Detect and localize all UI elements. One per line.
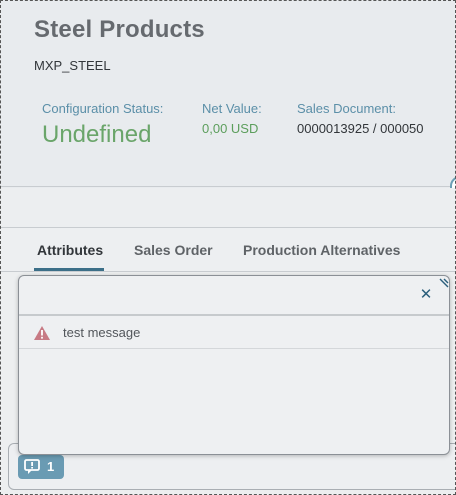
message-list-item[interactable]: test message xyxy=(19,317,449,349)
close-icon[interactable]: ✕ xyxy=(419,287,433,302)
message-icon xyxy=(24,459,40,474)
tab-attributes[interactable]: Attributes xyxy=(37,242,103,258)
net-value-value: 0,00 USD xyxy=(202,121,259,136)
header-spacer xyxy=(0,188,456,228)
configuration-status-value: Undefined xyxy=(42,121,152,148)
popover-header-divider xyxy=(19,314,449,316)
message-popover-button[interactable]: 1 xyxy=(18,455,64,479)
header-divider xyxy=(0,186,456,187)
message-count: 1 xyxy=(47,459,55,474)
object-header: Steel Products MXP_STEEL Configuration S… xyxy=(0,0,456,188)
page-title: Steel Products xyxy=(34,16,205,43)
warning-icon xyxy=(34,326,50,340)
message-popover: ✕ test message xyxy=(18,275,450,455)
tab-production-alternatives[interactable]: Production Alternatives xyxy=(243,242,400,258)
resize-handle-icon[interactable] xyxy=(439,278,449,288)
page-subtitle: MXP_STEEL xyxy=(34,58,111,73)
net-value-label: Net Value: xyxy=(202,101,262,116)
sales-document-label: Sales Document: xyxy=(297,101,396,116)
message-text: test message xyxy=(63,325,141,340)
sales-document-value: 0000013925 / 000050 xyxy=(297,121,424,136)
tab-sales-order[interactable]: Sales Order xyxy=(134,242,213,258)
configuration-status-label: Configuration Status: xyxy=(42,101,164,116)
tab-content-divider xyxy=(0,271,456,272)
